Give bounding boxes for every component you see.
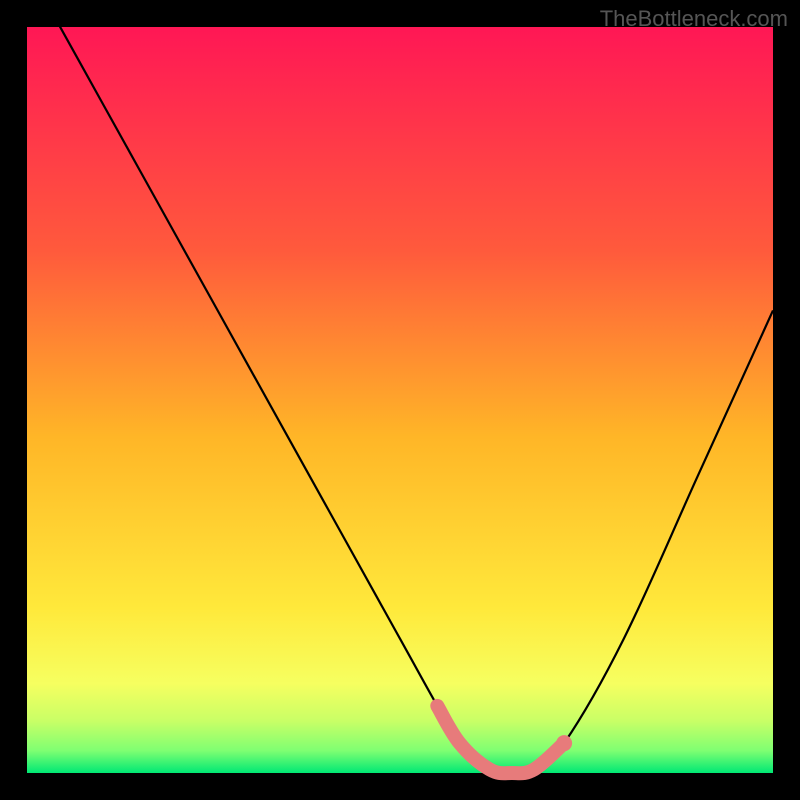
- bottleneck-curve: [27, 0, 773, 773]
- optimal-zone-marker-icon: [556, 735, 572, 751]
- watermark-text: TheBottleneck.com: [600, 6, 788, 32]
- curve-layer: [27, 27, 773, 773]
- plot-area: [27, 27, 773, 773]
- optimal-zone-highlight: [437, 706, 564, 773]
